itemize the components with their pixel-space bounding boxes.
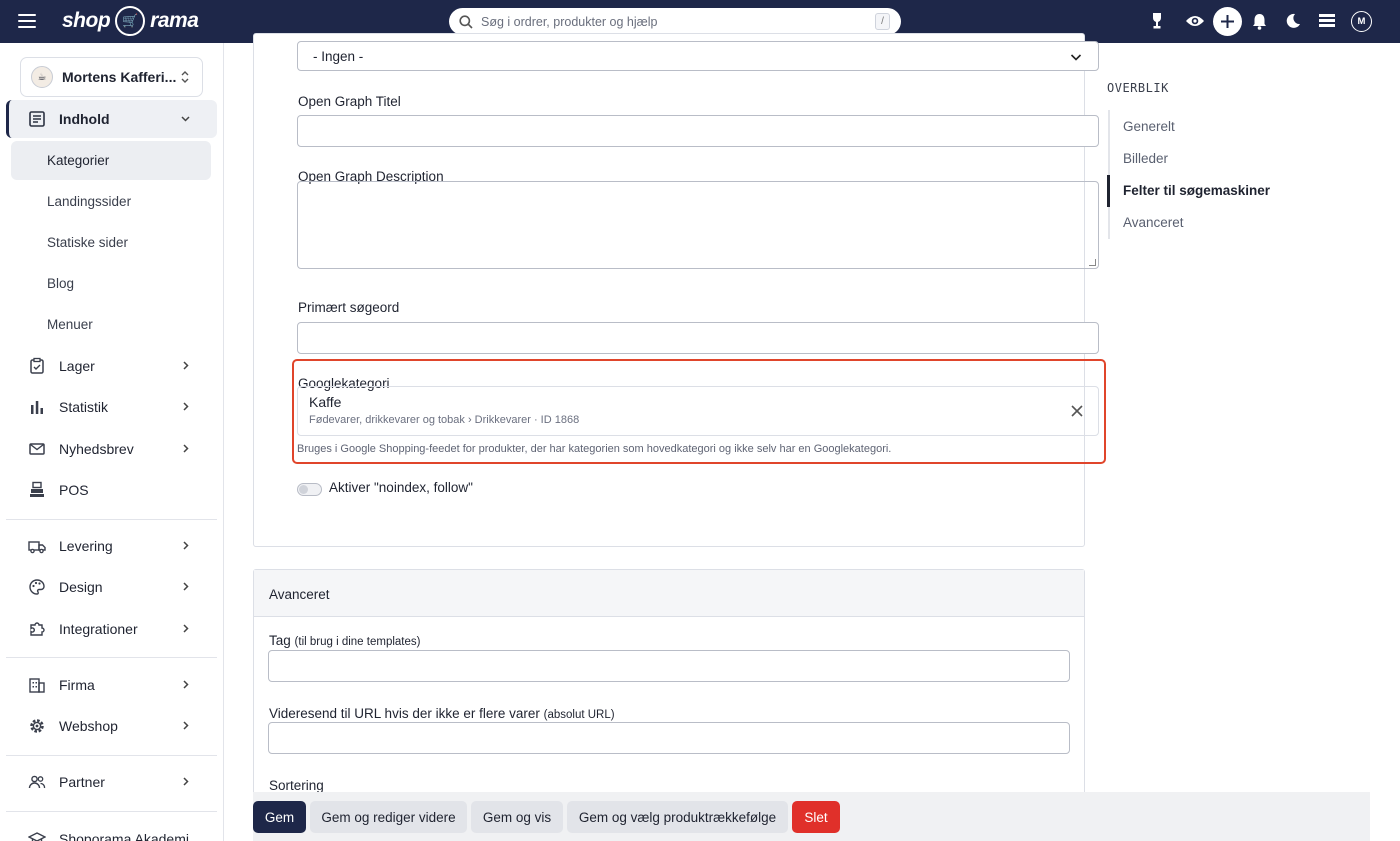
- main-content: - Ingen - Open Graph Titel Open Graph De…: [225, 33, 1400, 841]
- sidebar-subitem-landingssider[interactable]: Landingssider: [11, 182, 211, 221]
- chevron-right-icon: [183, 624, 189, 633]
- sidebar-item-levering[interactable]: Levering: [6, 527, 217, 565]
- truck-icon: [28, 541, 46, 554]
- overview-link-billeder[interactable]: Billeder: [1123, 151, 1168, 166]
- logo-cart-icon: 🛒: [115, 6, 146, 36]
- sidebar-item-indhold[interactable]: Indhold: [6, 100, 217, 138]
- sidebar-divider: [6, 811, 217, 812]
- shop-selector[interactable]: ☕ Mortens Kafferi...: [20, 57, 203, 97]
- delete-button[interactable]: Slet: [792, 801, 840, 833]
- sidebar-divider: [6, 755, 217, 756]
- overview-title: OVERBLIK: [1107, 81, 1169, 95]
- puzzle-icon: [30, 622, 45, 636]
- overview-link-seo[interactable]: Felter til søgemaskiner: [1123, 183, 1270, 198]
- chevron-right-icon: [183, 361, 189, 370]
- action-bar: Gem Gem og rediger videre Gem og vis Gem…: [253, 792, 1370, 841]
- dark-mode-icon[interactable]: [1282, 10, 1304, 32]
- noindex-toggle[interactable]: [297, 483, 322, 496]
- sidebar-subitem-statiske-sider[interactable]: Statiske sider: [11, 223, 211, 262]
- sidebar-item-webshop[interactable]: Webshop: [6, 707, 217, 745]
- sidebar-divider: [6, 519, 217, 520]
- eye-icon[interactable]: [1184, 10, 1206, 32]
- google-category-selected[interactable]: Kaffe Fødevarer, drikkevarer og tobak › …: [297, 386, 1099, 436]
- save-and-view-button[interactable]: Gem og vis: [471, 801, 563, 833]
- bar-chart-icon: [31, 401, 43, 414]
- cash-register-icon: [30, 481, 44, 497]
- chevron-right-icon: [183, 444, 189, 453]
- shop-avatar: ☕: [31, 66, 53, 88]
- chevron-right-icon: [183, 777, 189, 786]
- sidebar-item-integrationer[interactable]: Integrationer: [6, 610, 217, 648]
- search-input[interactable]: [481, 14, 875, 29]
- seo-card: - Ingen - Open Graph Titel Open Graph De…: [253, 33, 1106, 547]
- add-button[interactable]: [1213, 7, 1242, 36]
- sidebar: ☕ Mortens Kafferi... Indhold Kategorier …: [0, 43, 224, 841]
- sort-label: Sortering: [269, 778, 324, 793]
- mail-icon: [29, 443, 45, 455]
- sidebar-item-shoporama-akademi[interactable]: Shoporama Akademi: [6, 820, 217, 841]
- search-icon: [459, 14, 473, 29]
- redirect-url-label: Videresend til URL hvis der ikke er fler…: [269, 706, 615, 721]
- sidebar-item-lager[interactable]: Lager: [6, 347, 217, 385]
- bell-icon[interactable]: [1248, 10, 1270, 32]
- clipboard-icon: [30, 357, 44, 374]
- seo-select[interactable]: - Ingen -: [297, 41, 1099, 71]
- google-category-help: Bruges i Google Shopping-feedet for prod…: [297, 443, 892, 455]
- save-button[interactable]: Gem: [253, 801, 306, 833]
- google-category-path: Fødevarer, drikkevarer og tobak › Drikke…: [309, 414, 580, 426]
- tag-label: Tag (til brug i dine templates): [269, 633, 421, 648]
- graduation-cap-icon: [28, 832, 46, 841]
- trophy-icon[interactable]: [1146, 10, 1168, 32]
- shop-name: Mortens Kafferi...: [62, 69, 177, 85]
- sidebar-item-pos[interactable]: POS: [6, 471, 217, 509]
- document-icon: [29, 111, 45, 127]
- og-title-input[interactable]: [297, 115, 1099, 147]
- search-shortcut-hint: /: [875, 13, 890, 30]
- menu-icon[interactable]: [18, 14, 36, 28]
- chevron-right-icon: [183, 402, 189, 411]
- chevron-up-down-icon: [181, 71, 189, 83]
- sidebar-item-firma[interactable]: Firma: [6, 666, 217, 704]
- user-avatar[interactable]: M: [1351, 11, 1372, 32]
- chevron-down-icon: [181, 116, 190, 122]
- sidebar-item-statistik[interactable]: Statistik: [6, 388, 217, 426]
- sidebar-item-design[interactable]: Design: [6, 568, 217, 606]
- noindex-label: Aktiver "noindex, follow": [329, 480, 473, 495]
- primary-keyword-input[interactable]: [297, 322, 1099, 354]
- google-category-name: Kaffe: [309, 394, 342, 410]
- og-description-textarea[interactable]: [297, 181, 1099, 269]
- chevron-right-icon: [183, 680, 189, 689]
- chevron-right-icon: [183, 721, 189, 730]
- close-icon[interactable]: [1070, 404, 1084, 418]
- sidebar-item-partner[interactable]: Partner: [6, 763, 217, 801]
- redirect-url-input[interactable]: [268, 722, 1070, 754]
- chevron-down-icon: [1070, 54, 1082, 61]
- overview-active-marker: [1107, 175, 1110, 207]
- chevron-right-icon: [183, 582, 189, 591]
- plus-icon: [1221, 15, 1234, 28]
- palette-icon: [29, 579, 45, 595]
- primary-keyword-label: Primært søgeord: [298, 300, 400, 315]
- overview-link-avanceret[interactable]: Avanceret: [1123, 215, 1184, 230]
- shoporama-logo[interactable]: shop 🛒 rama: [62, 4, 199, 38]
- resize-handle[interactable]: [1089, 259, 1096, 266]
- save-and-edit-button[interactable]: Gem og rediger videre: [310, 801, 467, 833]
- sidebar-subitem-kategorier[interactable]: Kategorier: [11, 141, 211, 180]
- og-title-label: Open Graph Titel: [298, 94, 401, 109]
- tag-input[interactable]: [268, 650, 1070, 682]
- people-icon: [28, 775, 46, 789]
- sidebar-divider: [6, 657, 217, 658]
- building-icon: [29, 678, 45, 693]
- store-icon[interactable]: [1316, 10, 1338, 32]
- overview-link-generelt[interactable]: Generelt: [1123, 119, 1175, 134]
- gear-icon: [30, 719, 44, 733]
- sidebar-item-nyhedsbrev[interactable]: Nyhedsbrev: [6, 430, 217, 468]
- sidebar-subitem-menuer[interactable]: Menuer: [11, 305, 211, 344]
- advanced-header: Avanceret: [254, 570, 1084, 617]
- chevron-right-icon: [183, 541, 189, 550]
- sidebar-subitem-blog[interactable]: Blog: [11, 264, 211, 303]
- search-bar[interactable]: /: [449, 8, 901, 35]
- save-and-sort-products-button[interactable]: Gem og vælg produktrækkefølge: [567, 801, 788, 833]
